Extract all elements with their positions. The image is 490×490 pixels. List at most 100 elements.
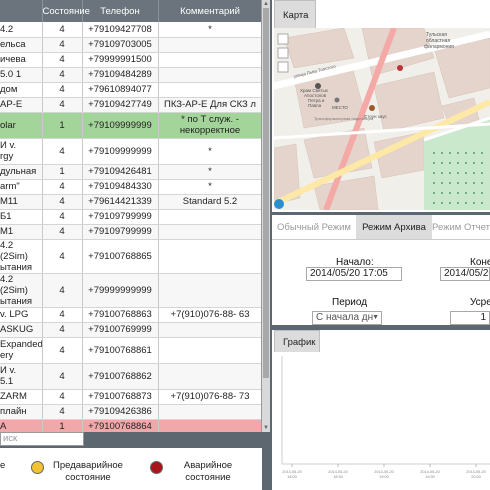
map-label-mesto: МЕСТО [332, 105, 348, 110]
warning-state-dot-icon [31, 461, 44, 474]
tab-report-mode[interactable]: Режим Отчет [432, 215, 490, 239]
table-row[interactable]: ASKUG 4 +79100769999 [0, 322, 261, 338]
cell-comment: * [158, 138, 261, 165]
cell-state: 4 [42, 209, 83, 225]
tab-normal-mode[interactable]: Обычный Режим [272, 215, 356, 239]
tab-map[interactable]: Карта [274, 0, 316, 28]
emergency-state-dot-icon [150, 461, 163, 474]
tab-archive-mode[interactable]: Режим Архива [356, 215, 432, 239]
cell-name: M1 [0, 224, 43, 240]
chart-x-tick-label: 18:00 [287, 475, 297, 479]
legend-emergency-label: Аварийное состояние [183, 460, 233, 483]
cell-phone: +79999999999 [82, 273, 159, 308]
period-select[interactable]: С начала дн ▼ [312, 311, 382, 325]
map-canvas[interactable]: Тульская областная филармония Храм Святы… [274, 28, 490, 210]
column-header-comment[interactable]: Комментарий [158, 0, 261, 22]
table-row[interactable]: И v. 5.1 4 +79100768862 [0, 363, 261, 390]
chart-panel: График 2014-05-20 18:00 2014-05-20 18:30 201… [272, 330, 490, 490]
cell-phone: +79100768865 [82, 239, 159, 274]
cell-name: ельса [0, 37, 43, 53]
table-row[interactable]: ельса 4 +79109703005 [0, 37, 261, 53]
cell-name: v. LPG [0, 307, 43, 323]
table-row[interactable]: 4.2 (2Sim) ытания 4 +79999999999 [0, 273, 261, 308]
cell-state: 4 [42, 97, 83, 113]
cell-name: 4.2 (2Sim) ытания [0, 239, 43, 274]
cell-name: 5.0 1 [0, 67, 43, 83]
table-row[interactable]: 4.2 (2Sim) ытания 4 +79100768865 [0, 239, 261, 274]
table-header-row: Состояние Телефон Комментарий [0, 0, 261, 22]
table-row[interactable]: дом 4 +79610894077 [0, 82, 261, 98]
devices-panel: Состояние Телефон Комментарий 4.2 4 +79109… [0, 0, 270, 490]
period-select-value: С начала дн [316, 312, 374, 323]
average-label: Усре [470, 297, 490, 308]
cell-state: 4 [42, 194, 83, 210]
table-row[interactable]: АР-Е 4 +79109427749 ПКЗ-АР-Е Для СКЗ л [0, 97, 261, 113]
chart-area: 2014-05-20 18:00 2014-05-20 18:30 2014-05-20… [278, 352, 490, 490]
column-header-phone[interactable]: Телефон [82, 0, 159, 22]
table-row[interactable]: плайн 4 +79109426386 [0, 404, 261, 420]
start-date-input[interactable]: 2014/05/20 17:05 [306, 267, 402, 281]
cell-state: 1 [42, 164, 83, 180]
cell-comment: ПКЗ-АР-Е Для СКЗ л [158, 97, 261, 113]
cell-phone: +79109427749 [82, 97, 159, 113]
table-row[interactable]: 4.2 4 +79109427708 * [0, 22, 261, 38]
cell-comment [158, 363, 261, 390]
cell-name: M11 [0, 194, 43, 210]
tab-chart[interactable]: График [274, 330, 320, 352]
cell-state: 4 [42, 67, 83, 83]
svg-text:филармония: филармония [424, 44, 454, 50]
chart-x-tick-label: 20:00 [471, 475, 481, 479]
cell-state: 4 [42, 322, 83, 338]
search-input[interactable]: иск [0, 432, 84, 446]
cell-phone: +79109426386 [82, 404, 159, 420]
cell-comment [158, 322, 261, 338]
end-date-input[interactable]: 2014/05/20 1 [440, 267, 490, 281]
table-row[interactable]: Expanded ery 4 +79100768861 [0, 337, 261, 364]
table-row[interactable]: v. LPG 4 +79100768863 +7(910)076-88- 63 [0, 307, 261, 323]
cell-comment [158, 224, 261, 240]
table-row[interactable]: arm" 4 +79109484330 * [0, 179, 261, 195]
cell-phone: +79109427708 [82, 22, 159, 38]
scroll-down-icon[interactable]: ▼ [262, 424, 270, 432]
scrollbar-thumb[interactable] [263, 8, 269, 378]
cell-state: 4 [42, 224, 83, 240]
cell-comment [158, 82, 261, 98]
chart-x-tick-label: 2014-05-20 [374, 470, 393, 474]
column-header-state[interactable]: Состояние [42, 0, 90, 22]
average-input[interactable]: 1 [450, 311, 490, 325]
map-view[interactable]: Тульская областная филармония Храм Святы… [274, 28, 490, 210]
cell-name: Expanded ery [0, 337, 43, 364]
table-row[interactable]: ичева 4 +79999991500 [0, 52, 261, 68]
cell-phone: +79100768862 [82, 363, 159, 390]
search-row: иск [0, 432, 270, 448]
chevron-down-icon: ▼ [372, 314, 379, 321]
chart-x-tick-label: 19:30 [425, 475, 435, 479]
cell-name: Б1 [0, 209, 43, 225]
cell-name: olar [0, 112, 43, 139]
cell-comment [158, 52, 261, 68]
table-row[interactable]: 5.0 1 4 +79109484289 [0, 67, 261, 83]
cell-state: 4 [42, 82, 83, 98]
cell-phone: +79109484289 [82, 67, 159, 83]
scroll-up-icon[interactable]: ▲ [262, 0, 270, 8]
table-row[interactable]: M11 4 +79614421339 Standard 5.2 [0, 194, 261, 210]
chart-x-tick-label: 2014-05-20 [282, 470, 301, 474]
table-vertical-scrollbar[interactable]: ▲ ▼ [262, 0, 270, 432]
state-legend: е Предаварийное состояние Аварийное сост… [0, 448, 262, 490]
cell-comment [158, 37, 261, 53]
table-row[interactable]: И v. rgy 4 +79109999999 * [0, 138, 261, 165]
chart-canvas: 2014-05-2018:002014-05-2018:302014-05-20… [281, 356, 490, 479]
table-row[interactable]: дульная 1 +79109426481 * [0, 164, 261, 180]
table-row[interactable]: А 1 +79100768864 [0, 419, 261, 432]
cell-name: arm" [0, 179, 43, 195]
cell-name: 4.2 [0, 22, 43, 38]
cell-phone: +79100768861 [82, 337, 159, 364]
cell-name: ZARM [0, 389, 43, 405]
table-row[interactable]: ZARM 4 +79100768873 +7(910)076-88- 73 [0, 389, 261, 405]
table-row[interactable]: Б1 4 +79109799999 [0, 209, 261, 225]
table-row[interactable]: M1 4 +79109799999 [0, 224, 261, 240]
cell-state: 1 [42, 419, 83, 432]
table-row[interactable]: olar 1 +79109999999 * по Т служ. - некоррек… [0, 112, 261, 139]
column-header-name[interactable] [0, 0, 43, 22]
cell-state: 4 [42, 22, 83, 38]
